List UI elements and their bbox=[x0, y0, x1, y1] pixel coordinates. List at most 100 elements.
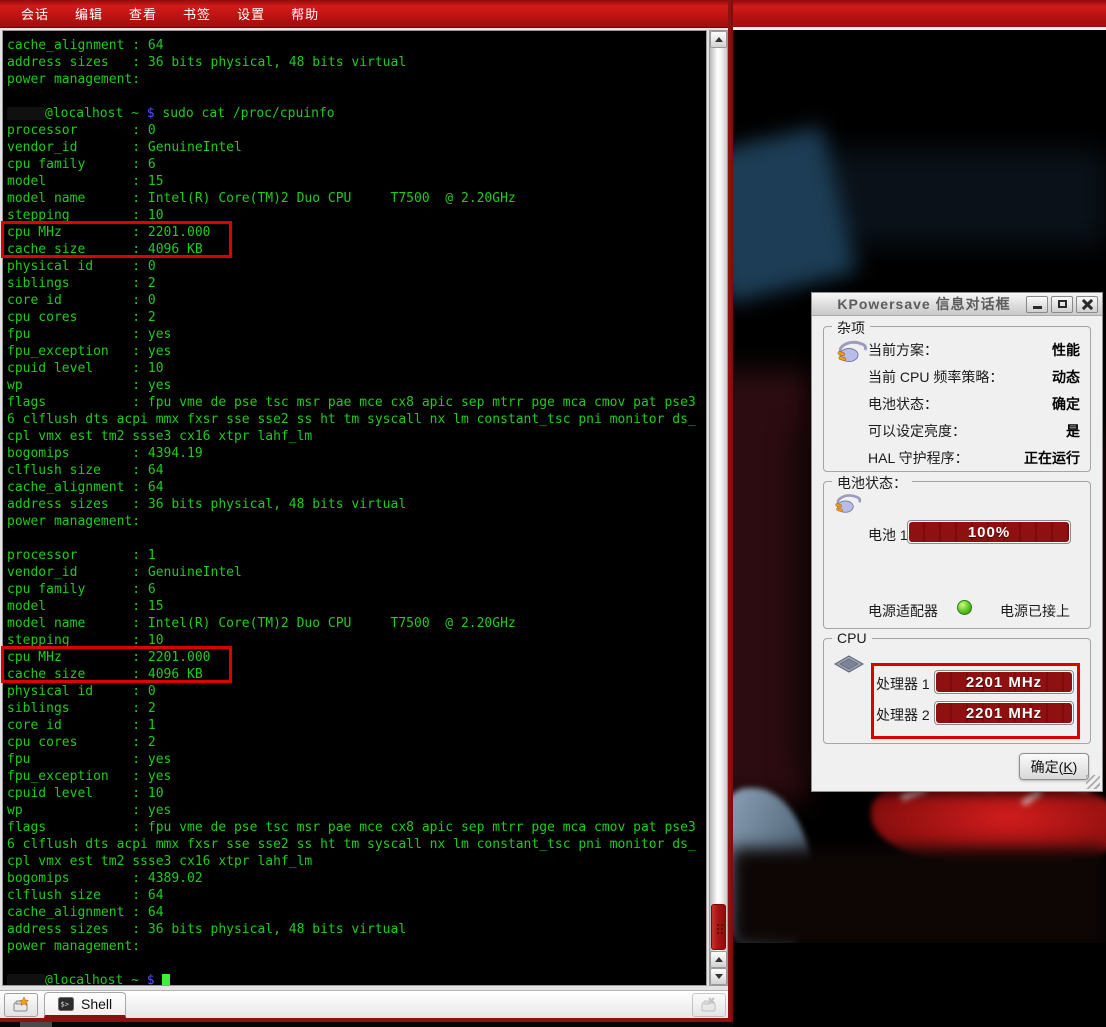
svg-text:$>: $> bbox=[61, 1001, 69, 1009]
menu-item-settings[interactable]: 设置 bbox=[224, 4, 278, 23]
scrollbar-thumb[interactable] bbox=[711, 904, 726, 950]
wallpaper-white-line bbox=[733, 27, 1106, 30]
battery1-progressbar: 100% bbox=[907, 520, 1071, 544]
up-arrow-icon bbox=[715, 37, 723, 42]
misc-row: 可以设定亮度：是 bbox=[868, 421, 1080, 441]
terminal-line: siblings : 2 bbox=[7, 275, 706, 292]
terminal-viewport[interactable]: cache_alignment : 64address sizes : 36 b… bbox=[2, 30, 707, 986]
misc-row: HAL 守护程序：正在运行 bbox=[868, 448, 1080, 468]
dialog-title: KPowersave 信息对话框 bbox=[812, 294, 1026, 314]
terminal-line: cpu cores : 2 bbox=[7, 309, 706, 326]
kpowersave-dialog: KPowersave 信息对话框 杂项 当前方案：性能 当前 CPU 频率策略：… bbox=[811, 292, 1103, 792]
terminal-line: cache size : 4096 KB bbox=[7, 666, 706, 683]
down-arrow-icon bbox=[715, 974, 723, 979]
minimize-icon bbox=[1033, 306, 1042, 309]
terminal-screen[interactable]: cache_alignment : 64address sizes : 36 b… bbox=[3, 31, 706, 985]
new-session-button[interactable] bbox=[4, 993, 38, 1017]
terminal-line: stepping : 10 bbox=[7, 632, 706, 649]
terminal-line: 6 clflush dts acpi mmx fxsr sse sse2 ss … bbox=[7, 836, 706, 853]
ok-button[interactable]: 确定(K) bbox=[1019, 753, 1089, 780]
up-arrow-icon bbox=[715, 957, 723, 962]
close-button[interactable] bbox=[1076, 296, 1098, 313]
terminal-line: processor : 1 bbox=[7, 547, 706, 564]
scroll-down-button[interactable] bbox=[710, 968, 727, 985]
terminal-line: core id : 0 bbox=[7, 292, 706, 309]
misc-legend: 杂项 bbox=[832, 318, 870, 338]
desktop: 会话 编辑 查看 书签 设置 帮助 cache_alignment : 64ad… bbox=[0, 0, 1106, 1027]
terminal-line: address sizes : 36 bits physical, 48 bit… bbox=[7, 921, 706, 938]
menu-item-bookmarks[interactable]: 书签 bbox=[170, 4, 224, 23]
misc-row: 当前 CPU 频率策略：动态 bbox=[868, 367, 1080, 387]
misc-row: 电池状态：确定 bbox=[868, 394, 1080, 414]
terminal-line: fpu : yes bbox=[7, 751, 706, 768]
adapter-status: 电源已接上 bbox=[1000, 601, 1070, 621]
battery-group: 电池状态： 电池 1 100% 电源适配器 电源已接上 bbox=[823, 481, 1091, 629]
cpu-legend: CPU bbox=[832, 630, 872, 646]
minimize-button[interactable] bbox=[1026, 296, 1048, 313]
terminal-line: cpu family : 6 bbox=[7, 581, 706, 598]
terminal-line: model name : Intel(R) Core(TM)2 Duo CPU … bbox=[7, 190, 706, 207]
terminal-line: fpu_exception : yes bbox=[7, 768, 706, 785]
terminal-line: power management: bbox=[7, 938, 706, 955]
cpu-group: CPU 处理器 1 2201 MHz 处理器 2 2201 MHz bbox=[823, 638, 1091, 744]
window-controls bbox=[1026, 296, 1102, 313]
menu-item-edit[interactable]: 编辑 bbox=[62, 4, 116, 23]
maximize-icon bbox=[1058, 300, 1067, 308]
processor1-value: 2201 MHz bbox=[936, 672, 1072, 692]
power-plug-icon bbox=[834, 492, 862, 516]
terminal-cursor bbox=[162, 974, 170, 986]
redacted-username bbox=[7, 107, 45, 120]
new-session-icon bbox=[12, 997, 30, 1013]
menu-item-session[interactable]: 会话 bbox=[8, 4, 62, 23]
close-session-button[interactable] bbox=[692, 993, 726, 1017]
terminal-line: siblings : 2 bbox=[7, 700, 706, 717]
terminal-line: cpl vmx est tm2 ssse3 cx16 xtpr lahf_lm bbox=[7, 428, 706, 445]
terminal-scrollbar[interactable] bbox=[709, 30, 728, 986]
terminal-line: @localhost ~ $ bbox=[7, 972, 706, 986]
terminal-line: power management: bbox=[7, 71, 706, 88]
terminal-line: core id : 1 bbox=[7, 717, 706, 734]
close-session-icon bbox=[700, 997, 718, 1013]
konsole-icon: $> bbox=[58, 996, 74, 1012]
cpu-chip-icon bbox=[834, 655, 864, 675]
desktop-bottom-strip bbox=[0, 1022, 733, 1027]
terminal-line: cpl vmx est tm2 ssse3 cx16 xtpr lahf_lm bbox=[7, 853, 706, 870]
terminal-line: cpu MHz : 2201.000 bbox=[7, 649, 706, 666]
menu-item-help[interactable]: 帮助 bbox=[278, 4, 332, 23]
terminal-line: cache_alignment : 64 bbox=[7, 479, 706, 496]
terminal-line: cpuid level : 10 bbox=[7, 360, 706, 377]
terminal-line: power management: bbox=[7, 513, 706, 530]
battery-legend: 电池状态： bbox=[832, 473, 912, 493]
terminal-line: vendor_id : GenuineIntel bbox=[7, 564, 706, 581]
resize-grip[interactable] bbox=[1086, 775, 1100, 789]
thumb-grip-icon bbox=[717, 924, 719, 926]
terminal-line: wp : yes bbox=[7, 377, 706, 394]
adapter-label: 电源适配器 bbox=[868, 601, 938, 621]
terminal-line: cache_alignment : 64 bbox=[7, 37, 706, 54]
processor2-label: 处理器 2 bbox=[876, 705, 930, 725]
terminal-line: clflush size : 64 bbox=[7, 462, 706, 479]
terminal-line: processor : 0 bbox=[7, 122, 706, 139]
menu-bar: 会话 编辑 查看 书签 设置 帮助 bbox=[0, 0, 731, 28]
terminal-frame: cache_alignment : 64address sizes : 36 b… bbox=[0, 28, 731, 990]
terminal-line: model : 15 bbox=[7, 173, 706, 190]
adapter-led-icon bbox=[957, 600, 972, 615]
terminal-line: bogomips : 4389.02 bbox=[7, 870, 706, 887]
maximize-button[interactable] bbox=[1051, 296, 1073, 313]
window-border-right bbox=[728, 0, 731, 1022]
terminal-line: address sizes : 36 bits physical, 48 bit… bbox=[7, 54, 706, 71]
wallpaper-red-bar bbox=[733, 0, 1106, 27]
battery1-value: 100% bbox=[909, 522, 1069, 542]
close-icon bbox=[1082, 299, 1093, 310]
terminal-line bbox=[7, 88, 706, 105]
terminal-line: cpu family : 6 bbox=[7, 156, 706, 173]
scroll-up-button[interactable] bbox=[710, 31, 727, 48]
menu-item-view[interactable]: 查看 bbox=[116, 4, 170, 23]
terminal-line: bogomips : 4394.19 bbox=[7, 445, 706, 462]
terminal-line: cpu MHz : 2201.000 bbox=[7, 224, 706, 241]
scroll-up-button-bottom[interactable] bbox=[710, 951, 727, 968]
tab-shell[interactable]: $> Shell bbox=[44, 992, 126, 1018]
dialog-titlebar[interactable]: KPowersave 信息对话框 bbox=[812, 293, 1102, 316]
misc-group: 杂项 当前方案：性能 当前 CPU 频率策略：动态 电池状态：确定 可以设定亮度… bbox=[823, 326, 1091, 472]
terminal-line bbox=[7, 955, 706, 972]
